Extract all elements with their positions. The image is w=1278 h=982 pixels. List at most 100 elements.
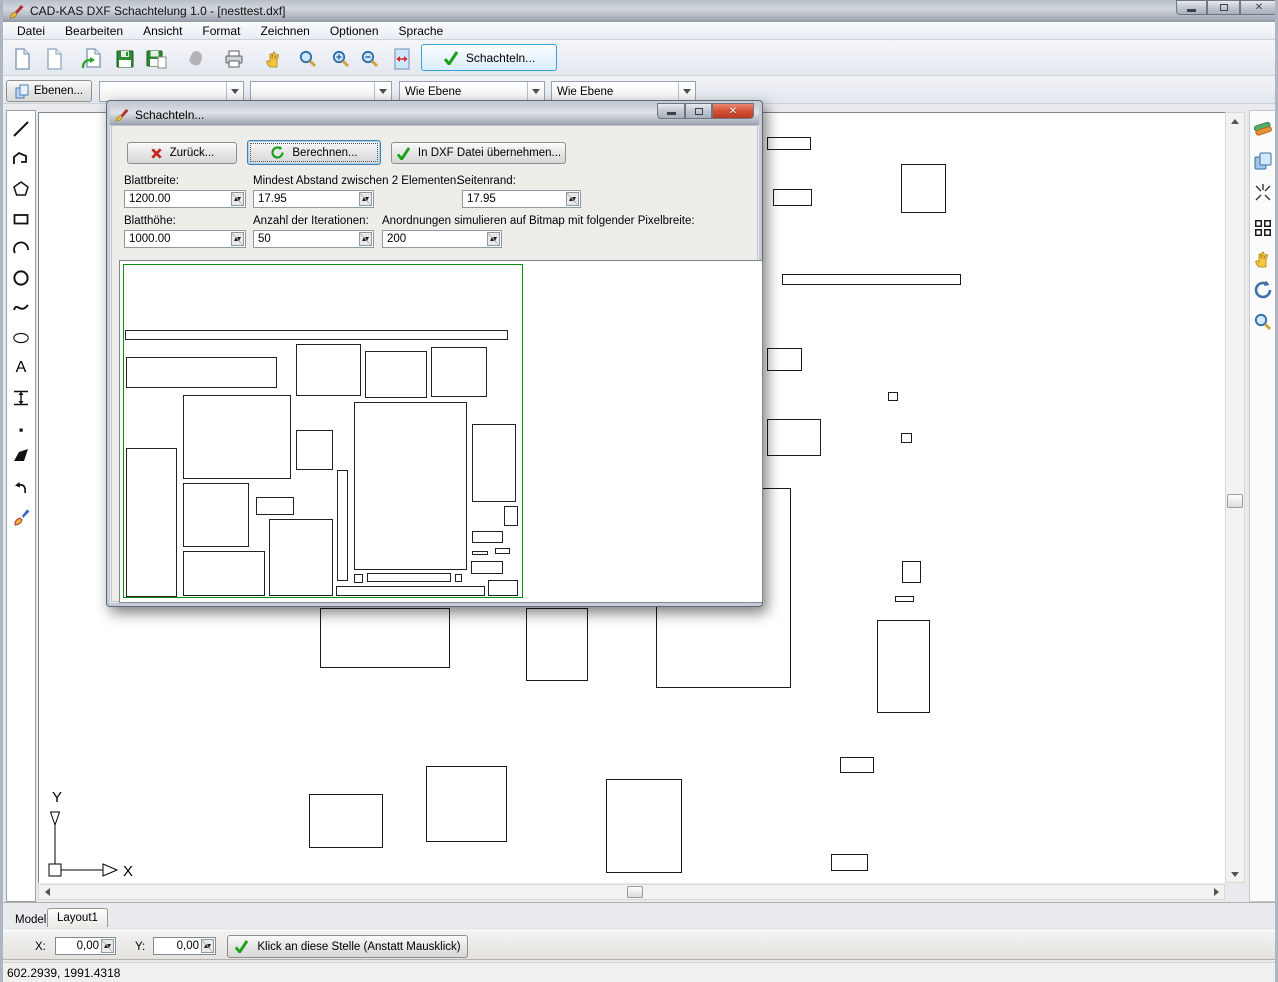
pixelbreite-spinner[interactable]	[487, 232, 500, 246]
vertical-scrollbar[interactable]	[1225, 112, 1245, 883]
minimize-button[interactable]	[1176, 0, 1207, 15]
rectangle-tool-icon[interactable]	[10, 207, 32, 231]
arc-tool-icon[interactable]	[10, 236, 32, 260]
drawing-entity-rect[interactable]	[320, 608, 450, 668]
drawing-entity-rect[interactable]	[831, 854, 868, 871]
text-tool-icon[interactable]: A	[10, 356, 32, 380]
y-spinner[interactable]	[201, 939, 214, 953]
menu-format[interactable]: Format	[192, 22, 250, 40]
snap-flash-icon[interactable]	[1252, 181, 1274, 205]
open-file-icon[interactable]	[79, 45, 105, 72]
blatthoehe-spinner[interactable]	[231, 232, 244, 246]
dimension-tool-icon[interactable]	[10, 386, 32, 410]
y-coord-field[interactable]: 0,00	[153, 937, 216, 955]
pixelbreite-field[interactable]: 200	[382, 230, 502, 248]
scroll-left-icon[interactable]	[39, 885, 54, 899]
menu-datei[interactable]: Datei	[7, 22, 55, 40]
blatthoehe-field[interactable]: 1000.00	[124, 230, 246, 248]
tab-layout1[interactable]: Layout1	[47, 908, 108, 927]
drawing-entity-rect[interactable]	[901, 433, 912, 443]
x-spinner[interactable]	[101, 939, 114, 953]
drawing-entity-rect[interactable]	[902, 561, 921, 583]
menu-bearbeiten[interactable]: Bearbeiten	[55, 22, 133, 40]
spline-tool-icon[interactable]	[10, 296, 32, 320]
close-button[interactable]: ✕	[1240, 0, 1278, 15]
layer-combo-1[interactable]	[99, 81, 244, 102]
blattbreite-spinner[interactable]	[231, 192, 244, 206]
menu-optionen[interactable]: Optionen	[320, 22, 389, 40]
drawing-entity-rect[interactable]	[767, 137, 811, 150]
drawing-entity-rect[interactable]	[309, 794, 383, 848]
tile-grid-icon[interactable]	[1252, 216, 1274, 240]
vscroll-thumb[interactable]	[1227, 494, 1243, 508]
drawing-entity-rect[interactable]	[782, 274, 961, 285]
schachteln-button[interactable]: Schachteln...	[421, 44, 557, 71]
polyline-tool-icon[interactable]	[10, 147, 32, 171]
save-as-icon[interactable]	[144, 45, 170, 72]
new-page-icon[interactable]	[41, 45, 67, 72]
drawing-entity-rect[interactable]	[526, 608, 588, 681]
apply-dxf-button[interactable]: In DXF Datei übernehmen...	[391, 142, 566, 164]
stamp-disabled-icon[interactable]	[184, 45, 210, 72]
line-tool-icon[interactable]	[10, 117, 32, 141]
scroll-up-icon[interactable]	[1226, 113, 1244, 128]
copy-pages-icon[interactable]	[1252, 149, 1274, 173]
restore-button[interactable]	[1207, 0, 1240, 15]
layer-combo-2[interactable]	[250, 81, 392, 102]
drawing-entity-rect[interactable]	[426, 766, 507, 842]
paint-brush-tool-icon[interactable]	[10, 505, 32, 529]
point-tool-icon[interactable]	[10, 418, 32, 442]
zoom-icon[interactable]	[295, 45, 321, 72]
save-icon[interactable]	[112, 45, 138, 72]
hscroll-thumb[interactable]	[627, 886, 643, 898]
print-icon[interactable]	[221, 45, 247, 72]
eraser-icon[interactable]	[1252, 117, 1274, 141]
drawing-entity-rect[interactable]	[895, 596, 914, 602]
menu-ansicht[interactable]: Ansicht	[133, 22, 192, 40]
undo-arrow-tool-icon[interactable]	[10, 474, 32, 498]
iterationen-field[interactable]: 50	[253, 230, 374, 248]
dialog-minimize-button[interactable]	[657, 103, 685, 119]
iterationen-spinner[interactable]	[359, 232, 372, 246]
drawing-entity-rect[interactable]	[901, 164, 946, 213]
pan-hand-icon[interactable]	[261, 45, 287, 72]
menu-sprache[interactable]: Sprache	[389, 22, 454, 40]
line-type-combo[interactable]: Wie Ebene	[551, 81, 696, 102]
x-coord-field[interactable]: 0,00	[55, 937, 116, 955]
horizontal-scrollbar[interactable]	[38, 884, 1225, 900]
drawing-entity-rect[interactable]	[606, 779, 682, 873]
zoom-out-icon[interactable]	[357, 45, 383, 72]
menu-zeichnen[interactable]: Zeichnen	[250, 22, 319, 40]
abstand-field[interactable]: 17.95	[253, 190, 374, 208]
scroll-down-icon[interactable]	[1226, 867, 1244, 882]
scroll-right-icon[interactable]	[1209, 885, 1224, 899]
solid-fill-tool-icon[interactable]	[10, 443, 32, 467]
blattbreite-field[interactable]: 1200.00	[124, 190, 246, 208]
blatthoehe-label: Blatthöhe:	[124, 215, 176, 227]
zoom-icon[interactable]	[1252, 310, 1274, 334]
dialog-close-button[interactable]: ✕	[712, 103, 754, 119]
drawing-entity-rect[interactable]	[767, 419, 821, 456]
abstand-spinner[interactable]	[359, 192, 372, 206]
dialog-maximize-button[interactable]	[685, 103, 712, 119]
polygon-tool-icon[interactable]	[10, 177, 32, 201]
drawing-entity-rect[interactable]	[877, 620, 930, 713]
pan-hand-icon[interactable]	[1252, 247, 1274, 271]
click-here-button[interactable]: Klick an diese Stelle (Anstatt Mausklick…	[227, 935, 468, 958]
drawing-entity-rect[interactable]	[888, 392, 898, 401]
drawing-entity-rect[interactable]	[767, 348, 802, 371]
refresh-icon[interactable]	[1252, 278, 1274, 302]
drawing-entity-rect[interactable]	[840, 757, 874, 773]
circle-tool-icon[interactable]	[10, 266, 32, 290]
berechnen-button[interactable]: Berechnen...	[247, 140, 381, 165]
line-color-combo[interactable]: Wie Ebene	[399, 81, 545, 102]
fit-width-icon[interactable]	[391, 45, 413, 72]
new-file-icon[interactable]	[9, 45, 35, 72]
zurueck-button[interactable]: Zurück...	[127, 142, 237, 164]
seitenrand-spinner[interactable]	[566, 192, 579, 206]
zoom-in-icon[interactable]	[328, 45, 354, 72]
drawing-entity-rect[interactable]	[773, 189, 812, 206]
ellipse-tool-icon[interactable]	[10, 326, 32, 350]
seitenrand-field[interactable]: 17.95	[462, 190, 581, 208]
ebenen-button[interactable]: Ebenen...	[6, 80, 92, 102]
